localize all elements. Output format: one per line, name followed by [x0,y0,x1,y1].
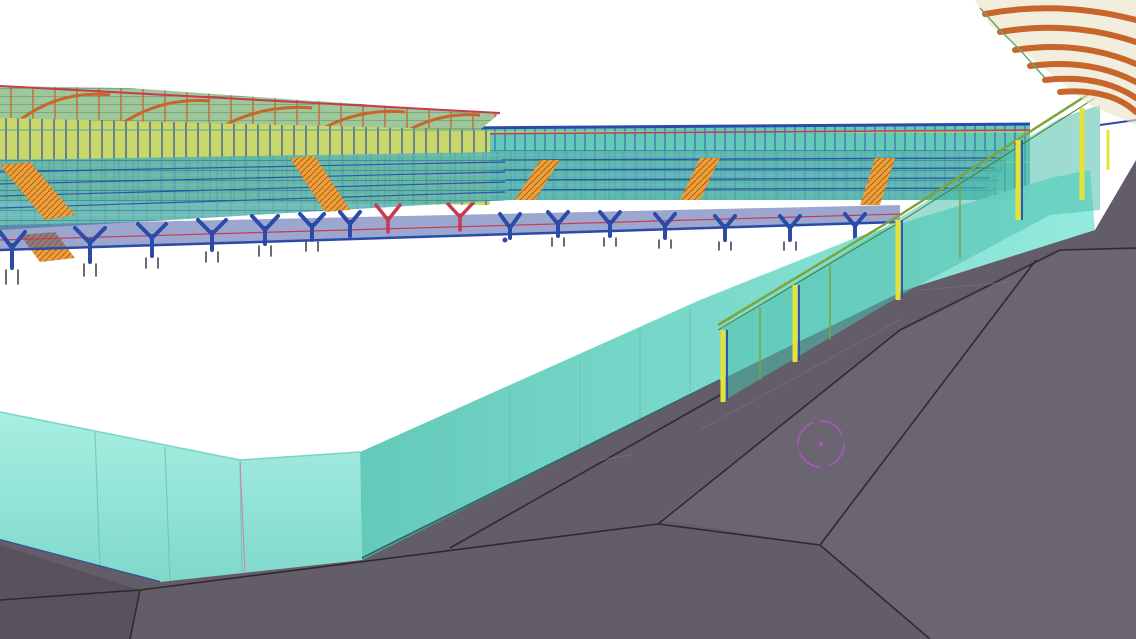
stadium-3d-scene[interactable] [0,0,1136,639]
model-viewport[interactable] [0,0,1136,639]
right-roof-canopy [975,0,1136,125]
field-marker [502,237,508,243]
far-grandstand [420,122,1031,205]
